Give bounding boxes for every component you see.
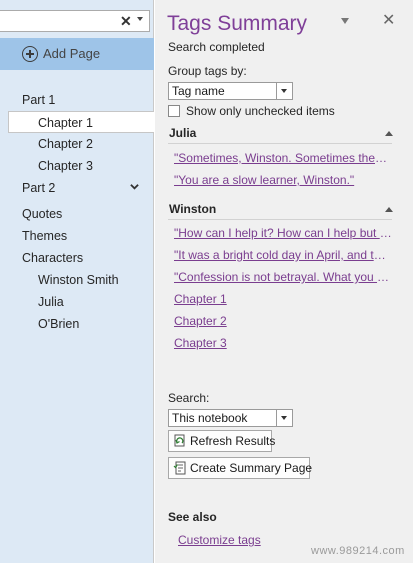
tag-item[interactable]: Chapter 3 <box>174 336 392 350</box>
see-also-heading: See also <box>168 510 217 524</box>
chevron-down-icon[interactable] <box>276 83 292 99</box>
page-navigation-pane: ✕ Add Page Part 1 Chapter 1 Chapter 2 Ch… <box>0 0 154 563</box>
close-icon[interactable]: ✕ <box>382 10 395 30</box>
search-scope-label: Search: <box>168 391 210 405</box>
chevron-down-icon[interactable] <box>137 17 143 21</box>
page-item-julia[interactable]: Julia <box>38 291 148 313</box>
create-summary-page-label: Create Summary Page <box>190 461 313 475</box>
caret-up-icon[interactable] <box>385 207 393 212</box>
chevron-down-icon[interactable] <box>276 410 292 426</box>
group-header-julia: Julia <box>169 126 197 140</box>
tag-item[interactable]: Chapter 2 <box>174 314 392 328</box>
refresh-results-label: Refresh Results <box>190 434 276 448</box>
group-by-select[interactable]: Tag name <box>168 82 293 100</box>
group-divider <box>168 143 392 144</box>
page-item-chapter-2[interactable]: Chapter 2 <box>38 133 148 155</box>
search-scope-select[interactable]: This notebook <box>168 409 293 427</box>
refresh-results-button[interactable]: Refresh Results <box>168 430 276 452</box>
page-item-part-2[interactable]: Part 2 <box>22 177 122 199</box>
page-item-chapter-1[interactable]: Chapter 1 <box>8 111 154 133</box>
close-icon[interactable]: ✕ <box>120 13 132 30</box>
customize-tags-link[interactable]: Customize tags <box>178 533 261 547</box>
page-item-quotes[interactable]: Quotes <box>22 203 142 225</box>
create-summary-page-button[interactable]: Create Summary Page <box>168 457 313 479</box>
tag-item[interactable]: "How can I help it? How can I help but s… <box>174 226 392 240</box>
add-page-button[interactable]: Add Page <box>0 38 154 70</box>
tags-summary-pane: Tags Summary ✕ Search completed Group ta… <box>155 0 413 563</box>
tag-item[interactable]: "Sometimes, Winston. Sometimes they are … <box>174 151 392 165</box>
page-item-themes[interactable]: Themes <box>22 225 142 247</box>
group-by-label: Group tags by: <box>168 64 247 78</box>
page-item-obrien[interactable]: O'Brien <box>38 313 148 335</box>
chevron-down-icon[interactable] <box>130 182 139 191</box>
page-item-characters[interactable]: Characters <box>22 247 142 269</box>
search-input[interactable]: ✕ <box>0 10 150 32</box>
search-status: Search completed <box>168 40 265 54</box>
group-header-winston: Winston <box>169 202 217 216</box>
tag-item[interactable]: Chapter 1 <box>174 292 392 306</box>
caret-down-icon[interactable] <box>341 18 349 24</box>
group-by-value: Tag name <box>172 84 225 98</box>
page-item-winston-smith[interactable]: Winston Smith <box>38 269 148 291</box>
tag-item[interactable]: "Confession is not betrayal. What you sa… <box>174 270 392 284</box>
unchecked-only-checkbox[interactable] <box>168 105 180 117</box>
caret-up-icon[interactable] <box>385 131 393 136</box>
summary-page-icon <box>173 461 186 475</box>
add-page-label: Add Page <box>43 46 101 61</box>
tag-item[interactable]: "You are a slow learner, Winston." <box>174 173 392 187</box>
page-item-part-1[interactable]: Part 1 <box>22 89 142 111</box>
search-scope-value: This notebook <box>172 411 248 425</box>
page-item-chapter-3[interactable]: Chapter 3 <box>38 155 148 177</box>
plus-circle-icon <box>22 46 38 62</box>
unchecked-only-label: Show only unchecked items <box>186 104 335 118</box>
watermark: www.989214.com <box>311 545 405 557</box>
tag-item[interactable]: "It was a bright cold day in April, and … <box>174 248 392 262</box>
refresh-icon <box>174 434 185 447</box>
group-divider <box>168 219 392 220</box>
pane-title: Tags Summary <box>167 12 308 35</box>
